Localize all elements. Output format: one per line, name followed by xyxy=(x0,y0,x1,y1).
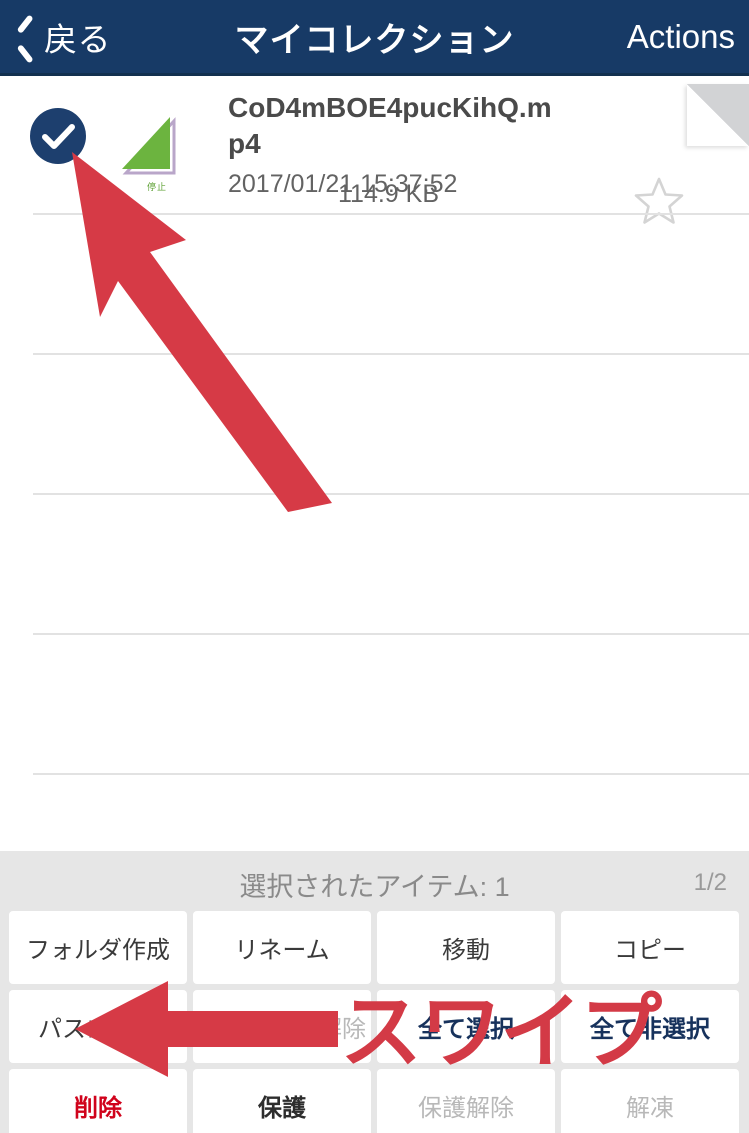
table-row[interactable] xyxy=(0,215,749,355)
action-button-unzip: 解凍 xyxy=(561,1069,739,1133)
checkmark-circle-icon xyxy=(42,124,75,149)
file-size: 114.9 KB xyxy=(338,180,440,208)
action-button-passlock[interactable]: パスロック xyxy=(9,990,187,1063)
action-panel: 選択されたアイテム: 1 1/2 フォルダ作成 リネーム 移動 コピー パスロッ… xyxy=(0,851,749,1133)
thumbnail-caption: 停止 xyxy=(146,182,167,192)
table-row[interactable] xyxy=(0,495,749,635)
table-row[interactable]: 停止 CoD4mBOE4pucKihQ.mp4 2017/01/21 15:37… xyxy=(0,76,749,224)
file-name: CoD4mBOE4pucKihQ.mp4 xyxy=(228,92,552,159)
action-button-unprotect: 保護解除 xyxy=(377,1069,555,1133)
actions-button[interactable]: Actions xyxy=(627,18,735,56)
table-row[interactable] xyxy=(0,355,749,495)
action-button-delete[interactable]: 削除 xyxy=(9,1069,187,1133)
action-button-copy[interactable]: コピー xyxy=(561,911,739,984)
action-button-create-folder[interactable]: フォルダ作成 xyxy=(9,911,187,984)
row-checkbox-selected[interactable] xyxy=(30,108,86,164)
action-button-deselect-all[interactable]: 全て非選択 xyxy=(561,990,739,1063)
back-button[interactable]: 戻る xyxy=(14,13,111,61)
page-indicator: 1/2 xyxy=(693,869,727,896)
action-button-select-all[interactable]: 全て選択 xyxy=(377,990,555,1063)
navigation-bar: 戻る マイコレクション Actions xyxy=(0,0,749,76)
green-triangle-thumbnail xyxy=(122,117,176,175)
table-row[interactable] xyxy=(0,635,749,775)
action-button-grid: フォルダ作成 リネーム 移動 コピー パスロック パスロック解除 全て選択 全て… xyxy=(9,911,740,1133)
action-button-protect[interactable]: 保護 xyxy=(193,1069,371,1133)
action-button-rename[interactable]: リネーム xyxy=(193,911,371,984)
row-separator xyxy=(33,773,749,775)
action-button-passlock-unlock: パスロック解除 xyxy=(193,990,371,1063)
app-screen: 戻る マイコレクション Actions 停止 CoD4mBOE4pucKihQ.… xyxy=(0,0,749,1133)
chevron-left-icon xyxy=(14,18,36,56)
selected-count-label: 選択されたアイテム: 1 xyxy=(239,872,510,902)
file-list[interactable]: 停止 CoD4mBOE4pucKihQ.mp4 2017/01/21 15:37… xyxy=(0,76,749,851)
file-thumbnail[interactable]: 停止 xyxy=(112,111,202,192)
back-button-label: 戻る xyxy=(44,20,111,58)
action-panel-header: 選択されたアイテム: 1 1/2 xyxy=(0,851,749,909)
action-button-move[interactable]: 移動 xyxy=(377,911,555,984)
